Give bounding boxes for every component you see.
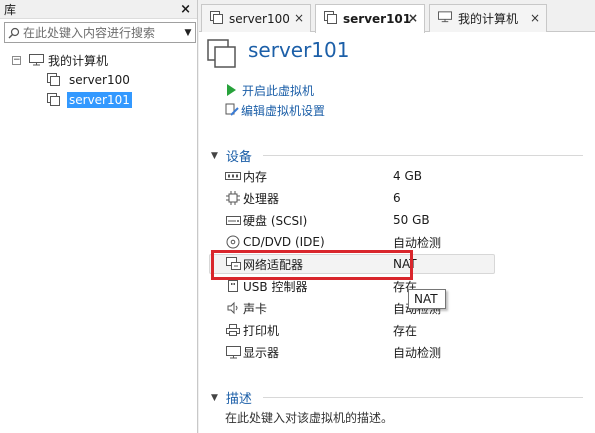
- virtual-machine-icon: [47, 73, 60, 89]
- collapse-triangle-icon: ▼: [211, 392, 218, 403]
- device-name: 显示器: [243, 345, 280, 360]
- power-on-label: 开启此虚拟机: [242, 83, 315, 98]
- library-close-button[interactable]: ×: [180, 2, 191, 17]
- devices-section-title: 设备: [225, 150, 252, 165]
- virtual-machine-icon: [210, 10, 223, 27]
- device-name: USB 控制器: [243, 279, 308, 294]
- virtual-machine-icon: [47, 93, 60, 109]
- cd-dvd-icon: [225, 235, 241, 249]
- tab-close-button[interactable]: ×: [530, 11, 540, 25]
- tree-item-server100[interactable]: server100: [0, 70, 197, 90]
- devices-section-toggle[interactable]: ▼ 设备: [211, 146, 252, 165]
- tab-server100[interactable]: server100 ×: [201, 4, 311, 32]
- vm-header: server101: [199, 32, 595, 72]
- tooltip: NAT: [408, 289, 446, 309]
- settings-icon: [225, 103, 239, 117]
- virtual-machine-large-icon: [207, 39, 237, 72]
- device-name: 处理器: [243, 191, 280, 206]
- device-value: 存在: [393, 323, 418, 338]
- device-value: 自动检测: [393, 235, 442, 250]
- sound-icon: [225, 301, 241, 315]
- tab-label: server101: [343, 12, 412, 26]
- tree-item-label: server100: [69, 73, 130, 87]
- computer-icon: [29, 54, 44, 69]
- vm-title: server101: [248, 38, 350, 62]
- power-on-link[interactable]: 开启此虚拟机: [225, 80, 325, 100]
- section-divider: [263, 155, 583, 156]
- library-tree: − 我的计算机 server100 server101: [0, 50, 197, 110]
- hard-disk-icon: [225, 213, 241, 227]
- play-icon: [227, 84, 236, 96]
- tab-my-computer[interactable]: 我的计算机 ×: [429, 4, 547, 32]
- section-divider: [263, 397, 583, 398]
- memory-icon: [225, 169, 241, 183]
- tab-label: server100: [229, 11, 290, 26]
- device-value: 6: [393, 191, 401, 205]
- vm-details-pane: server100 × server101 × 我的计算机 × server10…: [199, 0, 595, 433]
- device-name: 打印机: [243, 323, 280, 338]
- edit-settings-label: 编辑虚拟机设置: [241, 103, 326, 118]
- usb-icon: [225, 279, 241, 293]
- library-pane: 库 × 在此处键入内容进行搜索 ▼ − 我的计算机 server100 serv…: [0, 0, 198, 433]
- device-name: 内存: [243, 169, 268, 184]
- display-icon: [225, 345, 241, 359]
- tree-item-server101[interactable]: server101: [0, 90, 197, 110]
- search-icon: [5, 27, 23, 39]
- device-row-processor[interactable]: 处理器 6: [225, 187, 495, 209]
- library-title: 库: [4, 2, 17, 17]
- search-input[interactable]: 在此处键入内容进行搜索: [23, 24, 181, 41]
- virtual-machine-icon: [324, 11, 337, 27]
- device-name: CD/DVD (IDE): [243, 235, 325, 249]
- description-text[interactable]: 在此处键入对该虚拟机的描述。: [225, 409, 393, 426]
- processor-icon: [225, 191, 241, 205]
- device-row-printer[interactable]: 打印机 存在: [225, 319, 495, 341]
- annotation-highlight-box: [211, 250, 413, 280]
- tree-root-label: 我的计算机: [48, 53, 109, 68]
- tab-bar: server100 × server101 × 我的计算机 ×: [199, 0, 595, 33]
- device-name: 硬盘 (SCSI): [243, 213, 308, 228]
- description-section-title: 描述: [225, 392, 252, 407]
- collapse-triangle-icon: ▼: [211, 150, 218, 161]
- tab-server101[interactable]: server101 ×: [315, 4, 425, 33]
- vm-actions: 开启此虚拟机 编辑虚拟机设置: [225, 80, 325, 120]
- library-header: 库 ×: [0, 0, 197, 19]
- search-dropdown-arrow-icon[interactable]: ▼: [181, 28, 195, 38]
- printer-icon: [225, 323, 241, 337]
- computer-icon: [438, 11, 452, 26]
- library-search-box[interactable]: 在此处键入内容进行搜索 ▼: [4, 22, 196, 43]
- tab-label: 我的计算机: [458, 12, 519, 26]
- tree-item-label-selected: server101: [67, 92, 132, 108]
- device-row-hard-disk[interactable]: 硬盘 (SCSI) 50 GB: [225, 209, 495, 231]
- device-value: 50 GB: [393, 213, 430, 227]
- device-row-memory[interactable]: 内存 4 GB: [225, 165, 495, 187]
- description-section-toggle[interactable]: ▼ 描述: [211, 388, 252, 407]
- tab-close-button[interactable]: ×: [294, 11, 304, 25]
- device-row-display[interactable]: 显示器 自动检测: [225, 341, 495, 363]
- tree-collapse-toggle[interactable]: −: [12, 55, 21, 65]
- tab-close-button[interactable]: ×: [408, 11, 418, 25]
- edit-settings-link[interactable]: 编辑虚拟机设置: [225, 100, 325, 120]
- tree-root-my-computer[interactable]: − 我的计算机: [0, 50, 197, 70]
- device-value: 自动检测: [393, 345, 442, 360]
- device-name: 声卡: [243, 301, 268, 316]
- device-value: 4 GB: [393, 169, 422, 183]
- device-row-sound-card[interactable]: 声卡 自动检测: [225, 297, 495, 319]
